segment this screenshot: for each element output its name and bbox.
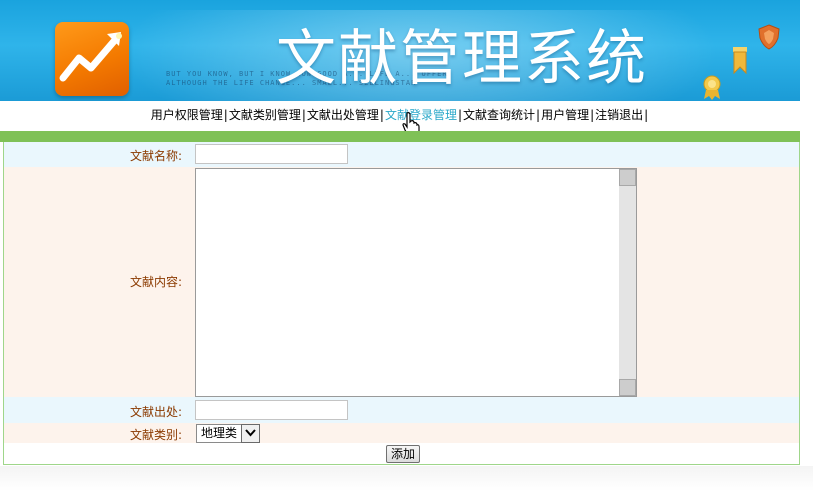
header-divider bbox=[0, 131, 800, 142]
nav-item-source-management[interactable]: 文献出处管理 bbox=[307, 108, 379, 122]
nav-item-logout[interactable]: 注销退出 bbox=[595, 108, 643, 122]
document-type-select[interactable]: 地理类 bbox=[196, 423, 261, 443]
type-label: 文献类别: bbox=[129, 428, 182, 442]
form-row-source: 文献出处: bbox=[4, 397, 799, 423]
nav-item-user-permissions[interactable]: 用户权限管理 bbox=[151, 108, 223, 122]
nav-item-query-statistics[interactable]: 文献查询统计 bbox=[463, 108, 535, 122]
growth-arrow-logo-icon bbox=[55, 22, 129, 96]
medal-icon bbox=[700, 74, 724, 101]
form-row-name: 文献名称: bbox=[4, 142, 799, 167]
add-button[interactable]: 添加 bbox=[386, 445, 421, 463]
name-label: 文献名称: bbox=[129, 149, 182, 163]
type-select-value[interactable]: 地理类 bbox=[196, 423, 242, 443]
form-row-type: 文献类别: 地理类 bbox=[4, 423, 799, 443]
nav-item-user-management[interactable]: 用户管理 bbox=[541, 108, 589, 122]
header-banner: BUT YOU KNOW, BUT I KNOW HOW GOOD A... L… bbox=[0, 0, 800, 101]
nav-item-category-management[interactable]: 文献类别管理 bbox=[229, 108, 301, 122]
shield-icon bbox=[757, 24, 781, 53]
document-entry-form: 文献名称: 文献内容: 文献出处: 文献类别: 地理类 添加 bbox=[3, 142, 800, 465]
document-name-input[interactable] bbox=[195, 144, 348, 164]
content-label: 文献内容: bbox=[129, 275, 182, 289]
document-content-textarea[interactable] bbox=[196, 169, 619, 396]
nav-item-document-entry[interactable]: 文献登录管理 bbox=[385, 108, 457, 122]
chevron-down-icon[interactable] bbox=[241, 423, 261, 443]
main-nav: 用户权限管理|文献类别管理|文献出处管理|文献登录管理|文献查询统计|用户管理|… bbox=[0, 101, 800, 129]
scroll-down-button[interactable] bbox=[619, 379, 636, 396]
form-row-content: 文献内容: bbox=[4, 167, 799, 397]
content-scrollbar[interactable] bbox=[619, 169, 636, 396]
bookmark-icon bbox=[731, 47, 749, 78]
source-label: 文献出处: bbox=[129, 405, 182, 419]
form-row-submit: 添加 bbox=[4, 443, 799, 464]
footer-strip bbox=[0, 466, 813, 491]
page-title: 文献管理系统 bbox=[276, 24, 648, 94]
document-source-input[interactable] bbox=[195, 400, 348, 420]
scroll-up-button[interactable] bbox=[619, 169, 636, 186]
content-textarea-frame bbox=[195, 168, 637, 397]
nav-separator: | bbox=[644, 108, 649, 122]
